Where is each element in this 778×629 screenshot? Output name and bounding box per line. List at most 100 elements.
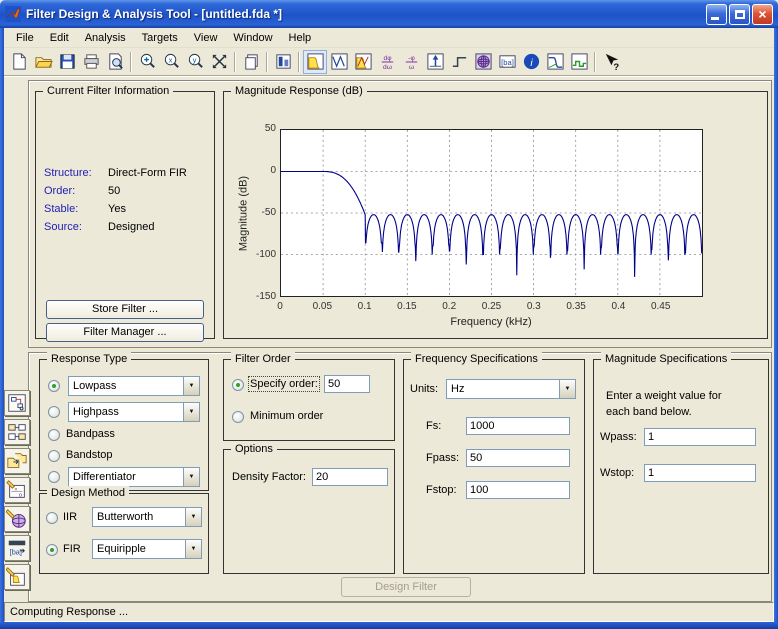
wstop-label: Wstop: — [600, 467, 635, 479]
iir-method-combobox[interactable]: Butterworth ▼ — [92, 507, 202, 527]
whats-this-icon[interactable]: ? — [599, 50, 623, 74]
lowpass-radio[interactable] — [48, 380, 60, 392]
svg-text:x: x — [168, 55, 172, 64]
store-filter-button[interactable]: Store Filter ... — [46, 300, 204, 319]
magnitude-phase-icon[interactable] — [351, 50, 375, 74]
units-label: Units: — [410, 383, 439, 395]
source-value: Designed — [108, 221, 155, 233]
wpass-input[interactable] — [644, 428, 756, 446]
specify-order-radio[interactable] — [232, 379, 244, 391]
open-file-icon[interactable] — [31, 50, 55, 74]
bandpass-label: Bandpass — [66, 428, 115, 440]
coefficients-icon[interactable]: [ba] — [495, 50, 519, 74]
design-filter-panel-icon[interactable] — [4, 564, 30, 590]
new-file-icon[interactable] — [7, 50, 31, 74]
differentiator-radio[interactable] — [48, 471, 60, 483]
units-combobox[interactable]: Hz ▼ — [446, 379, 576, 399]
pole-zero-icon[interactable] — [471, 50, 495, 74]
iir-radio[interactable] — [46, 512, 58, 524]
print-preview-icon[interactable] — [103, 50, 127, 74]
density-factor-label: Density Factor: — [232, 471, 306, 483]
menu-view[interactable]: View — [186, 30, 226, 46]
magnitude-specs-title: Magnitude Specifications — [601, 352, 732, 366]
filter-manager-icon[interactable] — [271, 50, 295, 74]
pole-zero-editor-icon[interactable]: × o — [4, 477, 30, 503]
status-bar: Computing Response ... — [4, 602, 774, 622]
toolbar-separator — [594, 51, 596, 72]
minimum-order-radio[interactable] — [232, 411, 244, 423]
chevron-down-icon[interactable]: ▼ — [183, 377, 199, 395]
menu-edit[interactable]: Edit — [42, 30, 77, 46]
structure-label: Structure: — [44, 167, 92, 179]
print-icon[interactable] — [79, 50, 103, 74]
transform-filter-icon[interactable] — [4, 419, 30, 445]
highpass-radio[interactable] — [48, 406, 60, 418]
fir-radio[interactable] — [46, 544, 58, 556]
impulse-response-icon[interactable] — [423, 50, 447, 74]
close-button[interactable]: × — [752, 3, 773, 25]
full-view-icon[interactable] — [207, 50, 231, 74]
multirate-filter-icon[interactable] — [4, 448, 30, 474]
print-to-figure-icon[interactable] — [239, 50, 263, 74]
toolbar-separator — [130, 51, 132, 72]
svg-text:[ba]: [ba] — [10, 547, 22, 556]
noise-response-icon[interactable] — [567, 50, 591, 74]
fpass-input[interactable] — [466, 449, 570, 467]
menu-window[interactable]: Window — [225, 30, 280, 46]
highpass-combobox[interactable]: Highpass ▼ — [68, 402, 200, 422]
magnitude-response-group: Magnitude Response (dB) 50 0 -50 -100 -150 0 0… — [223, 84, 768, 339]
filter-info-icon[interactable]: i — [519, 50, 543, 74]
current-filter-info-title: Current Filter Information — [43, 84, 174, 98]
chevron-down-icon[interactable]: ▼ — [185, 508, 201, 526]
save-icon[interactable] — [55, 50, 79, 74]
density-factor-input[interactable] — [312, 468, 388, 486]
plot-ylabel: Magnitude (dB) — [237, 175, 250, 252]
svg-text:dφ: dφ — [383, 55, 392, 62]
import-filter-icon[interactable]: [ba] — [4, 535, 30, 561]
fstop-input[interactable] — [466, 481, 570, 499]
specify-order-input[interactable] — [324, 375, 370, 393]
realize-model-icon[interactable] — [4, 390, 30, 416]
magnitude-estimate-icon[interactable] — [543, 50, 567, 74]
fir-method-combobox[interactable]: Equiripple ▼ — [92, 539, 202, 559]
filter-manager-button[interactable]: Filter Manager ... — [46, 323, 204, 342]
zoom-y-icon[interactable]: y — [183, 50, 207, 74]
order-value: 50 — [108, 185, 121, 197]
chevron-down-icon[interactable]: ▼ — [183, 468, 199, 486]
design-filter-button[interactable]: Design Filter — [341, 577, 471, 597]
minimize-button[interactable] — [706, 3, 727, 25]
phase-delay-icon[interactable]: -φ ω — [399, 50, 423, 74]
bandstop-radio[interactable] — [48, 450, 60, 462]
phase-response-icon[interactable] — [327, 50, 351, 74]
stable-label: Stable: — [44, 203, 79, 215]
menu-help[interactable]: Help — [281, 30, 320, 46]
bandpass-radio[interactable] — [48, 429, 60, 441]
fstop-label: Fstop: — [426, 484, 457, 496]
minimize-icon — [711, 16, 719, 20]
chevron-down-icon[interactable]: ▼ — [185, 540, 201, 558]
fs-input[interactable] — [466, 417, 570, 435]
magnitude-response-icon[interactable] — [303, 49, 327, 74]
title-bar[interactable]: Filter Design & Analysis Tool - [untitle… — [0, 0, 778, 28]
zoom-in-icon[interactable] — [135, 50, 159, 74]
menu-targets[interactable]: Targets — [134, 30, 186, 46]
menu-analysis[interactable]: Analysis — [77, 30, 134, 46]
chevron-down-icon[interactable]: ▼ — [559, 380, 575, 398]
frequency-specs-title: Frequency Specifications — [411, 352, 542, 366]
filter-order-title: Filter Order — [231, 352, 295, 366]
step-response-icon[interactable] — [447, 50, 471, 74]
x-tick-label: 0.35 — [566, 301, 586, 312]
wstop-input[interactable] — [644, 464, 756, 482]
menu-file[interactable]: File — [8, 30, 42, 46]
toolbar: x y dφ dω -φ ω [ba] i? — [4, 48, 774, 76]
lowpass-combobox[interactable]: Lowpass ▼ — [68, 376, 200, 396]
quantization-icon[interactable] — [4, 506, 30, 532]
response-type-title: Response Type — [47, 352, 132, 366]
zoom-x-icon[interactable]: x — [159, 50, 183, 74]
svg-text:-φ: -φ — [408, 55, 415, 62]
units-value: Hz — [451, 383, 465, 395]
chevron-down-icon[interactable]: ▼ — [183, 403, 199, 421]
maximize-button[interactable] — [729, 3, 750, 25]
group-delay-icon[interactable]: dφ dω — [375, 50, 399, 74]
differentiator-combobox[interactable]: Differentiator ▼ — [68, 467, 200, 487]
